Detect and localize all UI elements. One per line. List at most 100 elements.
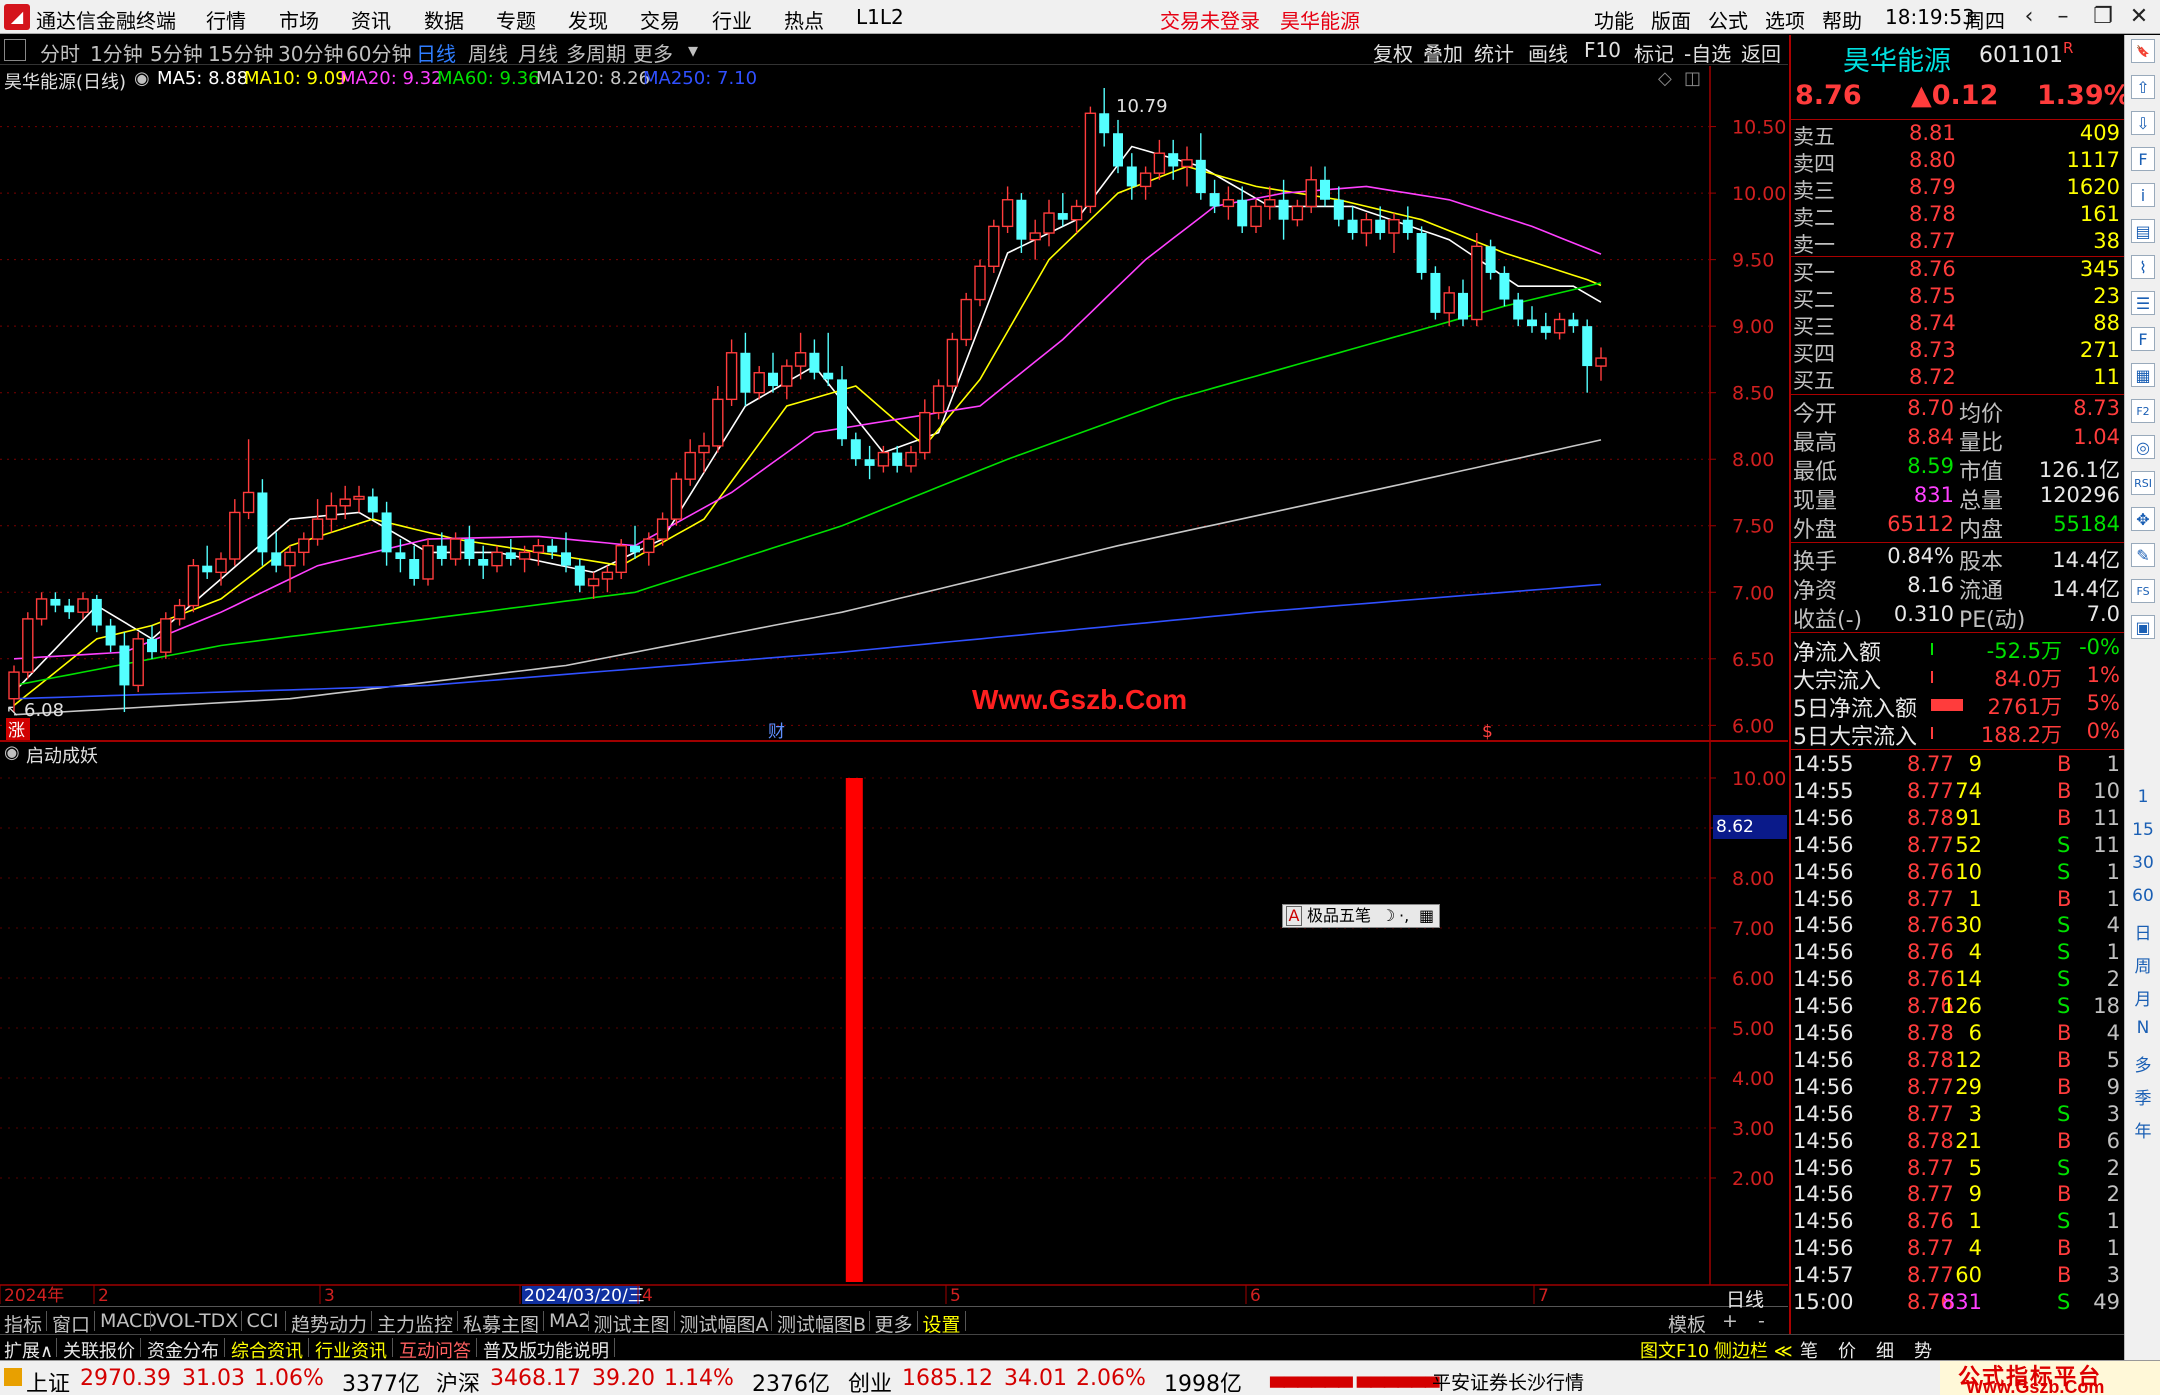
candle-body-down[interactable] [1513, 299, 1524, 320]
zoom-out-button[interactable]: - [1758, 1310, 1765, 1332]
f10-icon[interactable]: F [2131, 147, 2155, 171]
candle-body-up[interactable] [1139, 172, 1152, 188]
signal-bar[interactable] [845, 778, 863, 1282]
index-icon[interactable] [4, 1368, 22, 1386]
candle-body-up[interactable] [670, 478, 683, 520]
keyboard-icon[interactable]: ▦ [1419, 905, 1434, 927]
candle-body-down[interactable] [850, 439, 861, 460]
menu-help[interactable]: 帮助 [1822, 5, 1862, 34]
candle-body-up[interactable] [905, 451, 917, 467]
fund-icon[interactable]: ◎ [2131, 435, 2155, 459]
candle-body-down[interactable] [1113, 133, 1123, 167]
candle-body-down[interactable] [547, 545, 558, 553]
period-shortcut[interactable]: 季 [2125, 1084, 2160, 1109]
candle-body-up[interactable] [698, 445, 710, 454]
candle-body-down[interactable] [1195, 159, 1206, 194]
candle-body-up[interactable] [339, 498, 351, 507]
indicator-tab[interactable]: 私募主图 [463, 1310, 539, 1337]
candle-body-up[interactable] [725, 352, 738, 401]
indicator-tab[interactable]: 测试主图 [594, 1310, 670, 1337]
candle-body-down[interactable] [837, 379, 847, 440]
candle-body-up[interactable] [284, 551, 296, 567]
period-shortcut[interactable]: 1 [2125, 787, 2160, 807]
candle-body-up[interactable] [160, 618, 172, 653]
candle-body-down[interactable] [1430, 272, 1441, 313]
candle-body-down[interactable] [147, 638, 157, 653]
candle-body-down[interactable] [1237, 199, 1248, 227]
candle-body-up[interactable] [1264, 199, 1276, 208]
dividend-marker[interactable]: $ [1482, 722, 1493, 742]
candle-body-down[interactable] [119, 645, 130, 686]
period-shortcut[interactable]: 日 [2125, 919, 2160, 944]
candle-body-down[interactable] [1485, 246, 1496, 273]
candle-body-up[interactable] [353, 495, 365, 500]
candle-body-up[interactable] [187, 564, 200, 607]
candle-body-up[interactable] [22, 618, 34, 673]
candle-body-up[interactable] [988, 225, 1000, 267]
period-shortcut[interactable]: N [2125, 1018, 2160, 1038]
candle-body-up[interactable] [215, 558, 227, 574]
period-shortcut[interactable]: 周 [2125, 952, 2160, 977]
kline-chart[interactable]: 10.50 10.00 9.50 9.00 8.50 8.00 7.50 7.00 6.50 6.… [0, 0, 1788, 1306]
indicator-tab[interactable]: 测试幅图A [680, 1310, 769, 1337]
candle-body-down[interactable] [1209, 193, 1220, 207]
candle-body-down[interactable] [1582, 326, 1593, 367]
f2-icon[interactable]: F2 [2131, 399, 2155, 423]
candle-body-down[interactable] [381, 512, 392, 553]
indicator-tab[interactable]: 窗口 [52, 1310, 90, 1337]
candle-body-up[interactable] [1595, 357, 1607, 367]
candle-body-up[interactable] [77, 598, 89, 613]
candle-body-up[interactable] [794, 352, 807, 367]
kline-icon[interactable]: ⌇ [2131, 255, 2155, 279]
indicator-tab[interactable]: MACD [100, 1310, 157, 1332]
candle-body-up[interactable] [656, 518, 669, 540]
candle-body-down[interactable] [1016, 199, 1027, 240]
candle-body-up[interactable] [946, 338, 959, 387]
candle-body-down[interactable] [257, 492, 268, 553]
candle-body-down[interactable] [1527, 319, 1537, 327]
candle-body-down[interactable] [1402, 219, 1413, 234]
indicator-tab[interactable]: 趋势动力 [291, 1310, 367, 1337]
candle-body-down[interactable] [395, 552, 406, 560]
candle-body-up[interactable] [643, 538, 655, 554]
candle-body-up[interactable] [1471, 245, 1483, 321]
candle-body-up[interactable] [1291, 205, 1304, 221]
ime-toolbar[interactable]: A 极品五笔 ☽ ·, ▦ [1282, 904, 1440, 928]
ime-mode-icon[interactable]: A [1286, 906, 1302, 926]
candle-body-down[interactable] [561, 552, 571, 566]
candle-body-down[interactable] [1375, 219, 1386, 234]
down-arrow-icon[interactable]: ⇩ [2131, 111, 2155, 135]
indicator-tab[interactable]: 主力监控 [377, 1310, 453, 1337]
period-shortcut[interactable]: 月 [2125, 985, 2160, 1010]
candle-body-up[interactable] [1029, 232, 1041, 241]
candle-body-up[interactable] [1305, 179, 1317, 208]
indicator-tab[interactable]: MA2 [549, 1310, 590, 1332]
pen-icon[interactable]: ✎ [2131, 543, 2155, 567]
moon-icon[interactable]: ☽ [1381, 905, 1395, 927]
candle-body-up[interactable] [1222, 199, 1235, 208]
candle-body-down[interactable] [1333, 199, 1344, 220]
candle-body-down[interactable] [367, 496, 378, 513]
candle-body-down[interactable] [892, 452, 903, 466]
candle-body-down[interactable] [409, 559, 420, 579]
indicator-tab[interactable]: 更多 [875, 1310, 913, 1337]
candle-body-up[interactable] [960, 298, 972, 341]
candle-body-down[interactable] [464, 539, 475, 560]
candle-body-down[interactable] [1099, 113, 1110, 134]
candle-body-down[interactable] [1320, 179, 1330, 200]
candle-body-down[interactable] [1126, 166, 1137, 187]
back-icon[interactable]: ‹ [2012, 3, 2046, 31]
candle-body-up[interactable] [422, 545, 434, 580]
period-shortcut[interactable]: 30 [2125, 853, 2160, 873]
minimize-icon[interactable]: – [2046, 3, 2080, 31]
indicator-tab[interactable]: 测试幅图B [777, 1310, 866, 1337]
table-icon[interactable]: ▦ [2131, 363, 2155, 387]
candle-body-down[interactable] [1540, 326, 1551, 333]
candle-body-up[interactable] [1153, 152, 1166, 174]
candle-body-up[interactable] [1084, 112, 1097, 208]
candle-body-down[interactable] [1499, 272, 1510, 300]
candle-body-up[interactable] [1360, 219, 1373, 234]
cross-icon[interactable]: ✥ [2131, 507, 2155, 531]
candle-body-up[interactable] [712, 398, 724, 447]
candle-body-up[interactable] [229, 511, 241, 560]
